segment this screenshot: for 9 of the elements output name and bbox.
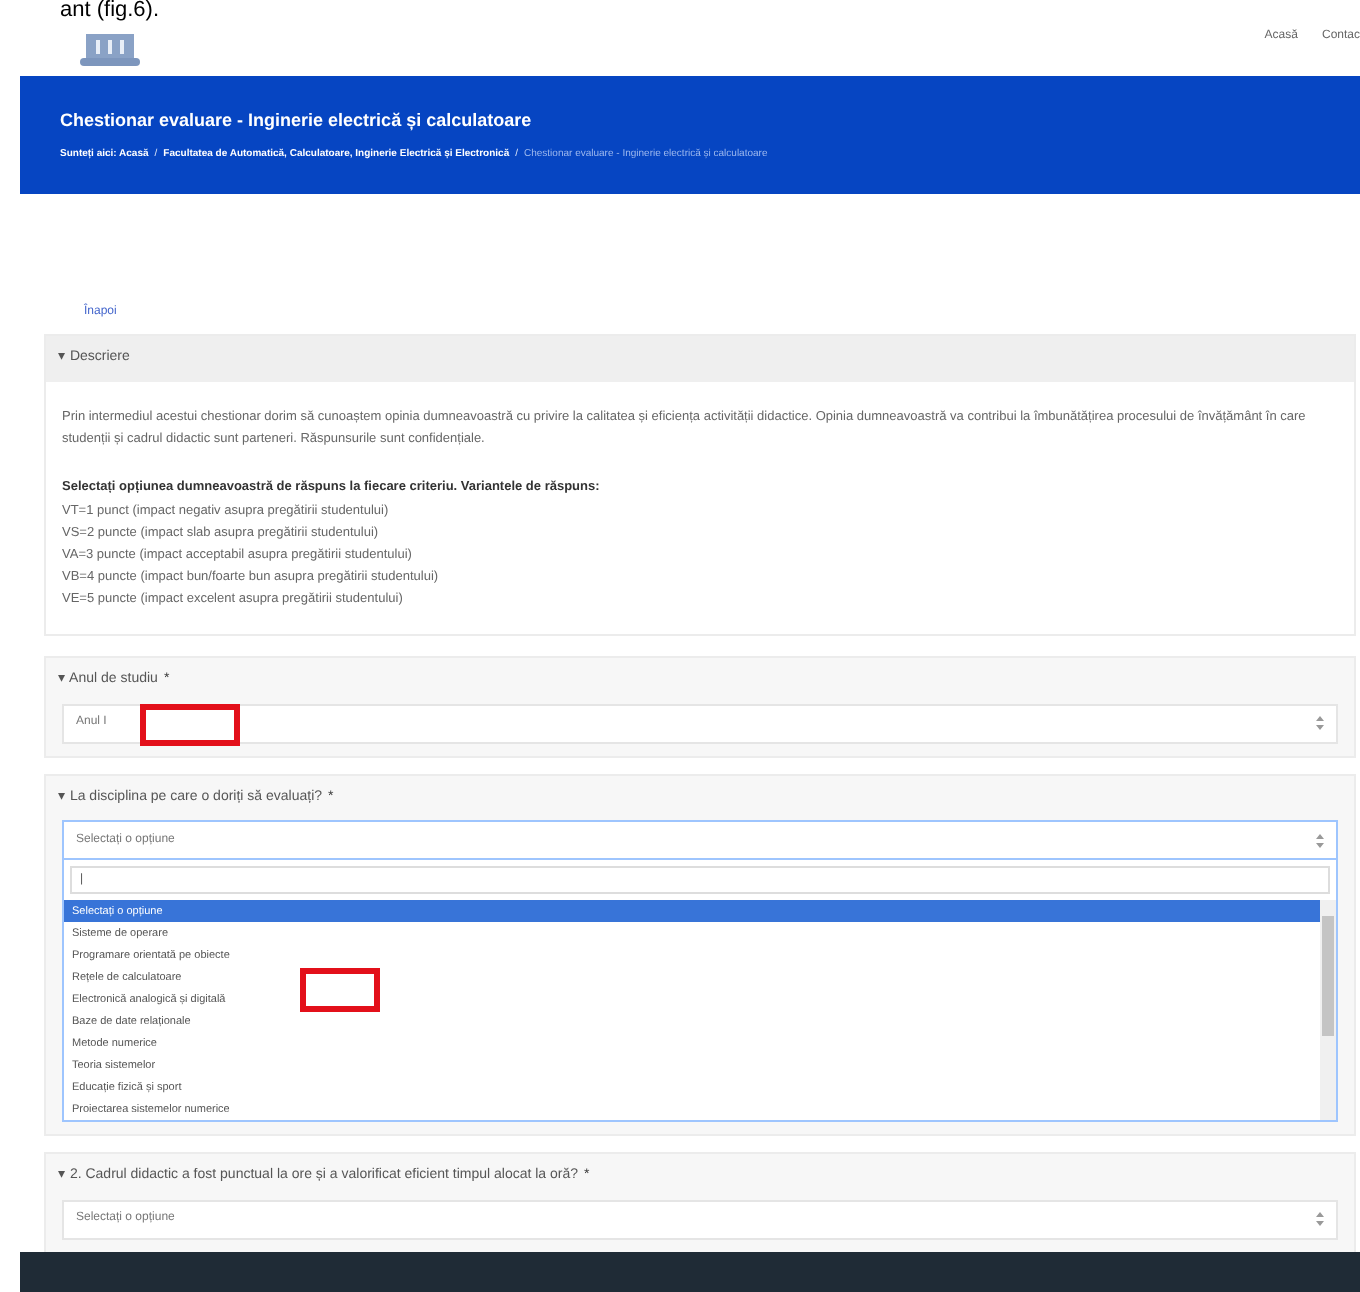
redaction-box (300, 968, 380, 1013)
building-logo-icon (80, 30, 140, 70)
page-title: Chestionar evaluare - Inginerie electrică și calculatoare (60, 108, 534, 135)
up-down-arrows-icon (1316, 1212, 1324, 1227)
up-down-arrows-icon (1316, 716, 1324, 731)
redaction-box (140, 703, 240, 746)
caption-text: ant (fig.6). (60, 0, 160, 22)
scrollbar[interactable] (1320, 900, 1336, 1121)
up-down-arrows-icon (1316, 833, 1324, 848)
